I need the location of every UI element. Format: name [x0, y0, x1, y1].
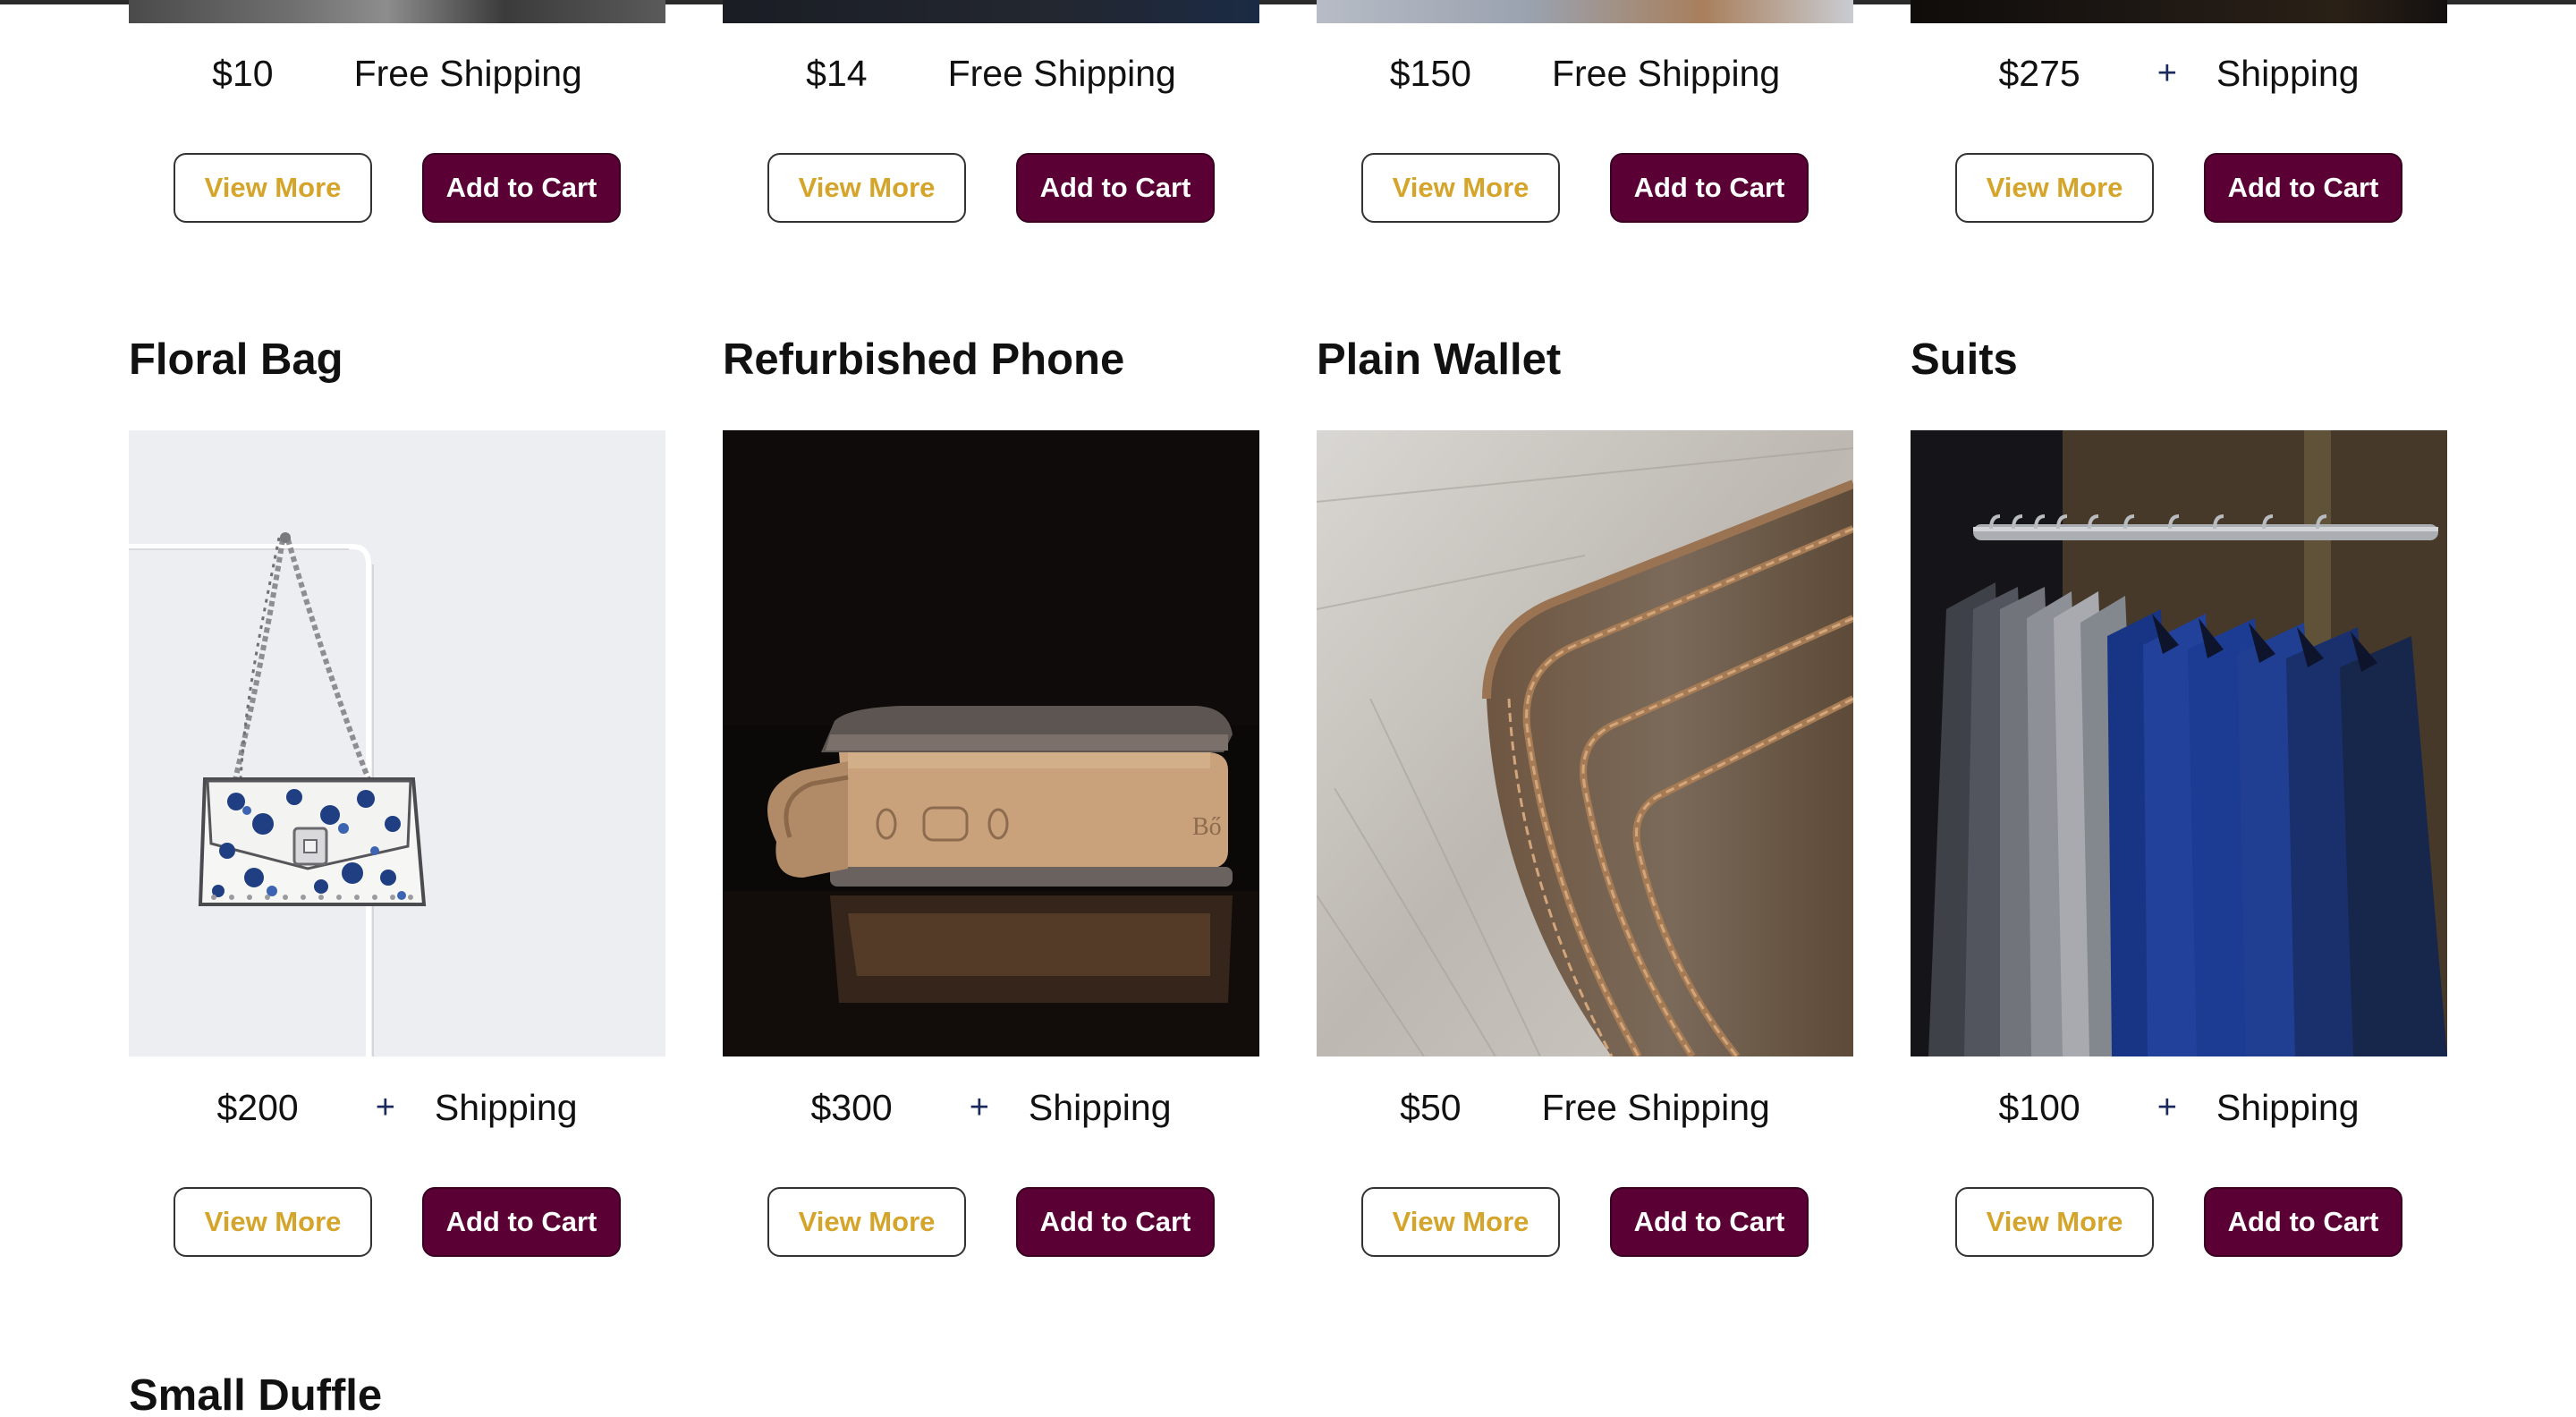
shipping-label: Shipping	[1028, 1086, 1172, 1128]
price: $50	[1400, 1086, 1462, 1128]
card-actions: View More Add to Cart	[723, 1187, 1259, 1257]
plus-icon: +	[375, 1088, 395, 1126]
product-image[interactable]	[1911, 430, 2447, 1056]
shipping-label: Free Shipping	[1541, 1086, 1770, 1128]
view-more-button[interactable]: View More	[767, 153, 966, 223]
shipping-label: Free Shipping	[1551, 52, 1781, 94]
price: $100	[1998, 1086, 2080, 1128]
card-actions: View More Add to Cart	[1911, 153, 2447, 223]
view-more-button[interactable]: View More	[174, 1187, 372, 1257]
plus-icon: +	[969, 1088, 989, 1126]
add-to-cart-button[interactable]: Add to Cart	[1610, 153, 1809, 223]
add-to-cart-button[interactable]: Add to Cart	[422, 1187, 621, 1257]
card-actions: View More Add to Cart	[129, 1187, 665, 1257]
price: $275	[1998, 52, 2080, 94]
price: $300	[810, 1086, 893, 1128]
add-to-cart-button[interactable]: Add to Cart	[2204, 153, 2402, 223]
plus-icon: +	[2157, 54, 2177, 92]
product-title: Suits	[1911, 335, 2018, 384]
speaker-photo: Bő	[723, 430, 1259, 1056]
product-image[interactable]: Bő	[723, 430, 1259, 1056]
add-to-cart-button[interactable]: Add to Cart	[422, 153, 621, 223]
card-actions: View More Add to Cart	[1317, 153, 1853, 223]
wallet-photo	[1317, 430, 1853, 1056]
add-to-cart-button[interactable]: Add to Cart	[1610, 1187, 1809, 1257]
add-to-cart-button[interactable]: Add to Cart	[1016, 1187, 1215, 1257]
product-title: Floral Bag	[129, 335, 343, 384]
product-image[interactable]	[1317, 0, 1853, 23]
product-image[interactable]	[129, 430, 665, 1056]
view-more-button[interactable]: View More	[1361, 153, 1560, 223]
product-image[interactable]	[1911, 0, 2447, 23]
price-shipping-row: $275 + Shipping	[1911, 47, 2447, 100]
add-to-cart-button[interactable]: Add to Cart	[2204, 1187, 2402, 1257]
price-shipping-row: $14 Free Shipping	[723, 47, 1259, 100]
price: $150	[1389, 52, 1471, 94]
view-more-button[interactable]: View More	[1955, 1187, 2154, 1257]
shipping-label: Free Shipping	[947, 52, 1176, 94]
shipping-label: Shipping	[2216, 52, 2360, 94]
suits-photo	[1911, 430, 2447, 1056]
view-more-button[interactable]: View More	[1361, 1187, 1560, 1257]
shipping-label: Shipping	[434, 1086, 578, 1128]
view-more-button[interactable]: View More	[767, 1187, 966, 1257]
shipping-label: Free Shipping	[353, 52, 582, 94]
product-image[interactable]	[723, 0, 1259, 23]
price-shipping-row: $50 Free Shipping	[1317, 1081, 1853, 1134]
floral-bag-photo	[129, 430, 665, 1056]
view-more-button[interactable]: View More	[174, 153, 372, 223]
price-shipping-row: $100 + Shipping	[1911, 1081, 2447, 1134]
price-shipping-row: $10 Free Shipping	[129, 47, 665, 100]
price: $14	[806, 52, 868, 94]
product-image[interactable]	[129, 0, 665, 23]
product-image[interactable]	[1317, 430, 1853, 1056]
add-to-cart-button[interactable]: Add to Cart	[1016, 153, 1215, 223]
product-title: Refurbished Phone	[723, 335, 1125, 384]
price: $10	[212, 52, 274, 94]
product-title: Small Duffle	[129, 1371, 383, 1417]
card-actions: View More Add to Cart	[1317, 1187, 1853, 1257]
price-shipping-row: $300 + Shipping	[723, 1081, 1259, 1134]
svg-text:Bő: Bő	[1192, 813, 1222, 841]
price-shipping-row: $200 + Shipping	[129, 1081, 665, 1134]
view-more-button[interactable]: View More	[1955, 153, 2154, 223]
card-actions: View More Add to Cart	[1911, 1187, 2447, 1257]
card-actions: View More Add to Cart	[723, 153, 1259, 223]
shipping-label: Shipping	[2216, 1086, 2360, 1128]
price: $200	[216, 1086, 299, 1128]
plus-icon: +	[2157, 1088, 2177, 1126]
card-actions: View More Add to Cart	[129, 153, 665, 223]
price-shipping-row: $150 Free Shipping	[1317, 47, 1853, 100]
product-title: Plain Wallet	[1317, 335, 1562, 384]
